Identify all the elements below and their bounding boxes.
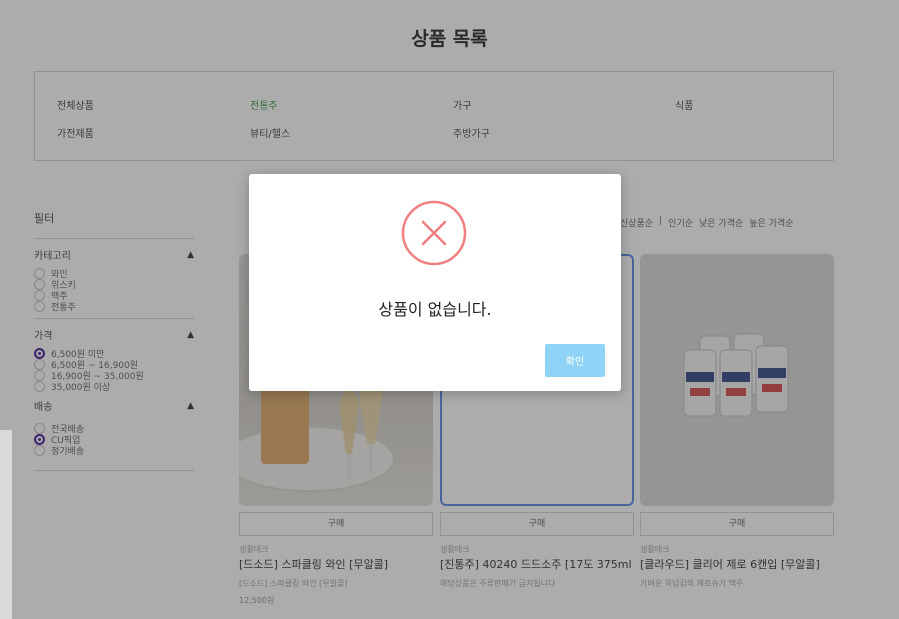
error-x-icon [401,200,467,266]
page-edge-highlight [0,430,12,619]
alert-dialog: 상품이 없습니다. 확인 [249,174,621,391]
alert-message: 상품이 없습니다. [378,300,492,319]
confirm-button[interactable]: 확인 [545,344,605,377]
